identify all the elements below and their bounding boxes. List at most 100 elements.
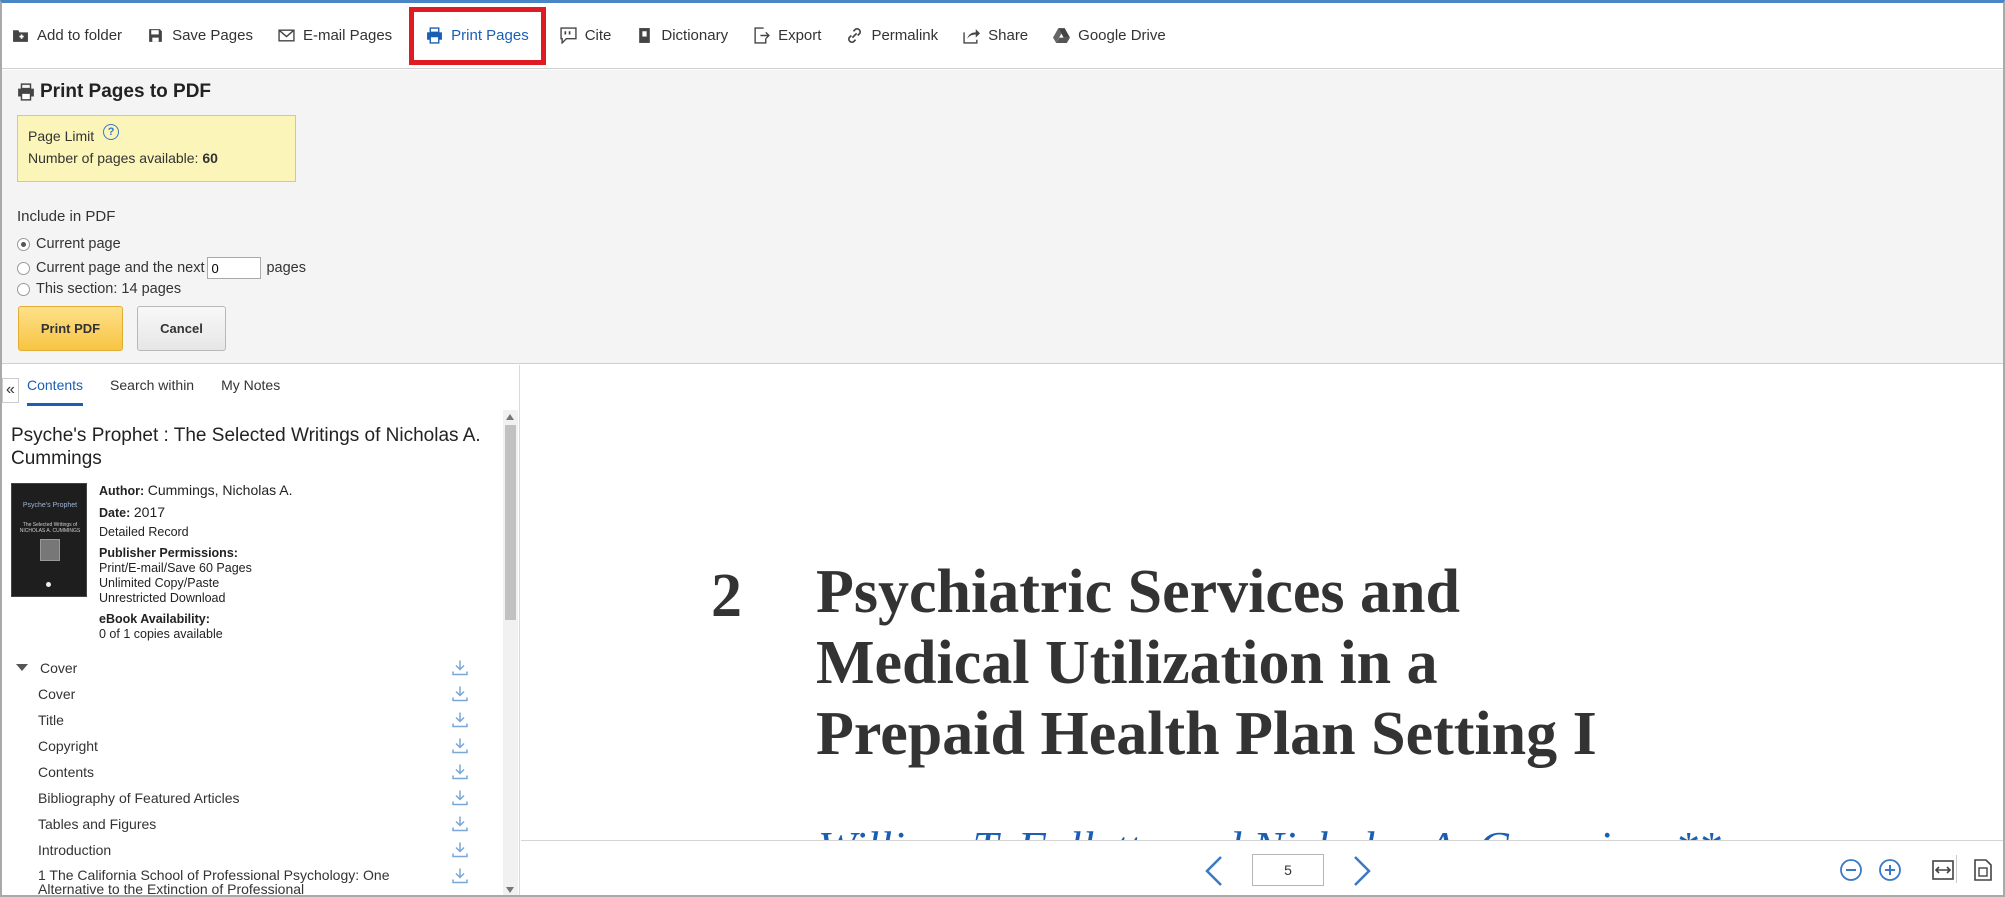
toc-item[interactable]: Copyright — [2, 733, 482, 759]
add-to-folder-button[interactable]: Add to folder — [10, 16, 133, 56]
date-value: 2017 — [133, 504, 166, 520]
print-pdf-button[interactable]: Print PDF — [18, 306, 123, 351]
email-pages-button[interactable]: E-mail Pages — [276, 16, 403, 56]
email-pages-label: E-mail Pages — [302, 27, 393, 44]
download-icon[interactable] — [452, 867, 468, 884]
export-label: Export — [778, 27, 822, 44]
page-navigation-bar: 5 — [521, 840, 2003, 895]
radio-this-section[interactable] — [17, 282, 30, 296]
add-to-folder-label: Add to folder — [37, 27, 123, 44]
cite-button[interactable]: Cite — [558, 16, 623, 56]
permission-item: Unrestricted Download — [99, 591, 226, 605]
option-next-pages[interactable]: Current page and the next pages — [17, 257, 306, 279]
sidebar-scrollbar[interactable] — [503, 410, 518, 895]
toc-item-label: 1 The California School of Professional … — [38, 867, 390, 897]
pages-available-value: 60 — [202, 150, 218, 166]
toc-item-label: Cover — [40, 660, 78, 676]
page-number-input[interactable]: 5 — [1252, 854, 1324, 886]
tab-my-notes[interactable]: My Notes — [221, 375, 280, 406]
fit-page-icon[interactable] — [1971, 858, 1995, 882]
option-current-page-label: Current page — [36, 236, 121, 252]
download-icon[interactable] — [452, 659, 468, 676]
save-pages-label: Save Pages — [172, 27, 253, 44]
toc-item[interactable]: Bibliography of Featured Articles — [2, 785, 482, 811]
detailed-record-link[interactable]: Detailed Record — [99, 525, 189, 539]
scroll-down-arrow-icon[interactable] — [506, 887, 514, 893]
option-next-pages-suffix: pages — [266, 260, 306, 276]
toc-item-label: Cover — [38, 686, 76, 702]
author-value: Cummings, Nicholas A. — [147, 482, 293, 498]
toolbar: Add to folder Save Pages E-mail Pages Pr… — [2, 3, 2003, 69]
availability-label: eBook Availability: — [99, 612, 210, 626]
share-button[interactable]: Share — [961, 16, 1039, 56]
share-label: Share — [988, 27, 1029, 44]
toc-item[interactable]: Cover — [2, 681, 482, 707]
radio-current-page[interactable] — [17, 237, 30, 251]
toc-item[interactable]: Title — [2, 707, 482, 733]
book-cover-image: Psyche's Prophet The Selected Writings o… — [11, 483, 87, 597]
option-this-section[interactable]: This section: 14 pages — [17, 281, 181, 297]
tab-search-within[interactable]: Search within — [110, 375, 194, 406]
google-drive-button[interactable]: Google Drive — [1051, 16, 1177, 56]
cancel-button[interactable]: Cancel — [137, 306, 226, 351]
toc-item[interactable]: Tables and Figures — [2, 811, 482, 837]
toc-item-cover-section[interactable]: Cover — [2, 655, 482, 681]
scroll-thumb[interactable] — [505, 425, 516, 620]
link-icon — [848, 28, 862, 43]
save-pages-button[interactable]: Save Pages — [145, 16, 264, 56]
google-drive-icon — [1053, 28, 1071, 43]
download-icon[interactable] — [452, 789, 468, 806]
radio-next-pages[interactable] — [17, 261, 30, 275]
page-limit-box: Page Limit ? Number of pages available: … — [17, 115, 296, 182]
caret-down-icon[interactable] — [16, 664, 28, 671]
dictionary-button[interactable]: Dictionary — [634, 16, 739, 56]
page-limit-title: Page Limit — [28, 128, 95, 144]
zoom-out-icon[interactable] — [1839, 858, 1863, 882]
next-page-icon[interactable] — [1350, 855, 1374, 887]
cite-label: Cite — [584, 27, 612, 44]
download-icon[interactable] — [452, 815, 468, 832]
toc-item[interactable]: 1 The California School of Professional … — [2, 863, 482, 897]
chapter-title-line: Prepaid Health Plan Setting I — [816, 700, 1597, 768]
app-frame: Add to folder Save Pages E-mail Pages Pr… — [0, 0, 2005, 897]
collapse-sidebar-button[interactable]: « — [2, 378, 19, 403]
print-pages-button[interactable]: Print Pages — [409, 6, 546, 65]
download-icon[interactable] — [452, 685, 468, 702]
option-this-section-label: This section: 14 pages — [36, 281, 182, 297]
folder-add-icon — [13, 30, 28, 42]
table-of-contents: Cover Cover Title Copyright Contents Bib… — [2, 655, 482, 897]
download-icon[interactable] — [452, 763, 468, 780]
option-next-pages-label: Current page and the next — [36, 260, 205, 276]
export-button[interactable]: Export — [751, 16, 832, 56]
option-current-page[interactable]: Current page — [17, 236, 121, 252]
download-icon[interactable] — [452, 737, 468, 754]
fit-width-icon[interactable] — [1931, 858, 1955, 882]
download-icon[interactable] — [452, 711, 468, 728]
scroll-up-arrow-icon[interactable] — [506, 414, 514, 420]
permissions-label: Publisher Permissions: — [99, 546, 238, 560]
permalink-button[interactable]: Permalink — [844, 16, 949, 56]
previous-page-icon[interactable] — [1202, 855, 1226, 887]
toc-item[interactable]: Contents — [2, 759, 482, 785]
next-pages-input[interactable] — [207, 257, 262, 279]
cover-subtitle: The Selected Writings of NICHOLAS A. CUM… — [19, 522, 81, 534]
export-icon — [754, 27, 770, 44]
cover-title: Psyche's Prophet — [22, 502, 78, 509]
toc-item-label: Bibliography of Featured Articles — [38, 790, 240, 806]
dictionary-label: Dictionary — [661, 27, 729, 44]
download-icon[interactable] — [452, 841, 468, 858]
print-icon — [18, 83, 34, 101]
chapter-title: Psychiatric Services and Medical Utiliza… — [816, 557, 1816, 770]
toc-item[interactable]: Introduction — [2, 837, 482, 863]
google-drive-label: Google Drive — [1078, 27, 1166, 44]
help-icon[interactable]: ? — [103, 124, 120, 140]
cover-publisher-logo — [46, 582, 51, 587]
toc-item-label: Contents — [38, 764, 95, 780]
permalink-label: Permalink — [871, 27, 939, 44]
chapter-title-line: Medical Utilization in a — [816, 629, 1438, 697]
cite-icon — [560, 27, 577, 44]
tab-contents[interactable]: Contents — [27, 375, 84, 406]
print-icon — [427, 27, 443, 44]
zoom-in-icon[interactable] — [1878, 858, 1902, 882]
share-icon — [963, 29, 981, 44]
